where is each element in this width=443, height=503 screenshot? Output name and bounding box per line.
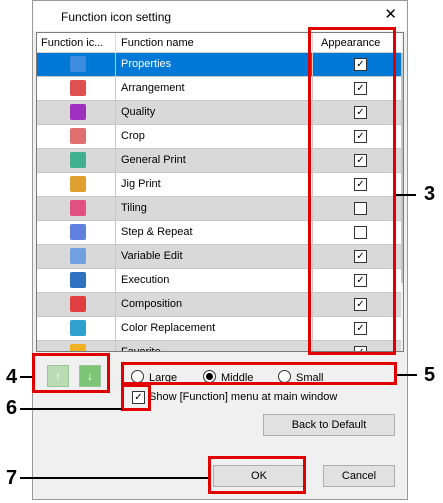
function-name: Color Replacement [121,322,216,334]
function-name: General Print [121,154,186,166]
highlight-move-buttons [32,353,110,393]
tiling-icon [70,200,86,216]
close-icon[interactable]: ✕ [384,6,397,24]
scrollbar-thumb[interactable] [401,53,403,283]
function-name: Properties [121,58,172,70]
callout-6: 6 [6,397,18,419]
callout-5: 5 [424,364,436,386]
back-to-default-button[interactable]: Back to Default [263,414,395,436]
highlight-size-options [121,362,397,385]
highlight-appearance-column [308,27,396,355]
info-icon [70,56,86,72]
color-replacement-icon [70,320,86,336]
dialog-title: Function icon setting [61,10,172,24]
jig-print-icon [70,176,86,192]
callout-4: 4 [6,366,18,388]
arrangement-icon [70,80,86,96]
function-name: Execution [121,274,170,286]
function-name: Arrangement [121,82,185,94]
quality-icon [70,104,86,120]
execution-icon [70,272,86,288]
function-name: Favorite [121,346,161,352]
cancel-button[interactable]: Cancel [323,465,395,487]
general-print-icon [70,152,86,168]
favorite-icon [70,344,86,351]
function-name: Quality [121,106,156,118]
composition-icon [70,296,86,312]
function-name: Tiling [121,202,147,214]
function-name: Variable Edit [121,250,183,262]
vertical-scrollbar[interactable] [401,33,403,351]
callout-3: 3 [424,183,436,205]
step-repeat-icon [70,224,86,240]
function-name: Composition [121,298,183,310]
variable-edit-icon [70,248,86,264]
crop-icon [70,128,86,144]
function-name: Step & Repeat [121,226,193,238]
function-name: Jig Print [121,178,161,190]
highlight-show-menu-checkbox [121,384,151,411]
column-header-icon[interactable]: Function ic... [41,37,103,49]
show-menu-label: Show [Function] menu at main window [149,391,338,403]
column-header-name[interactable]: Function name [121,37,194,49]
callout-7: 7 [6,467,18,489]
highlight-ok-button [208,456,306,494]
function-name: Crop [121,130,145,142]
